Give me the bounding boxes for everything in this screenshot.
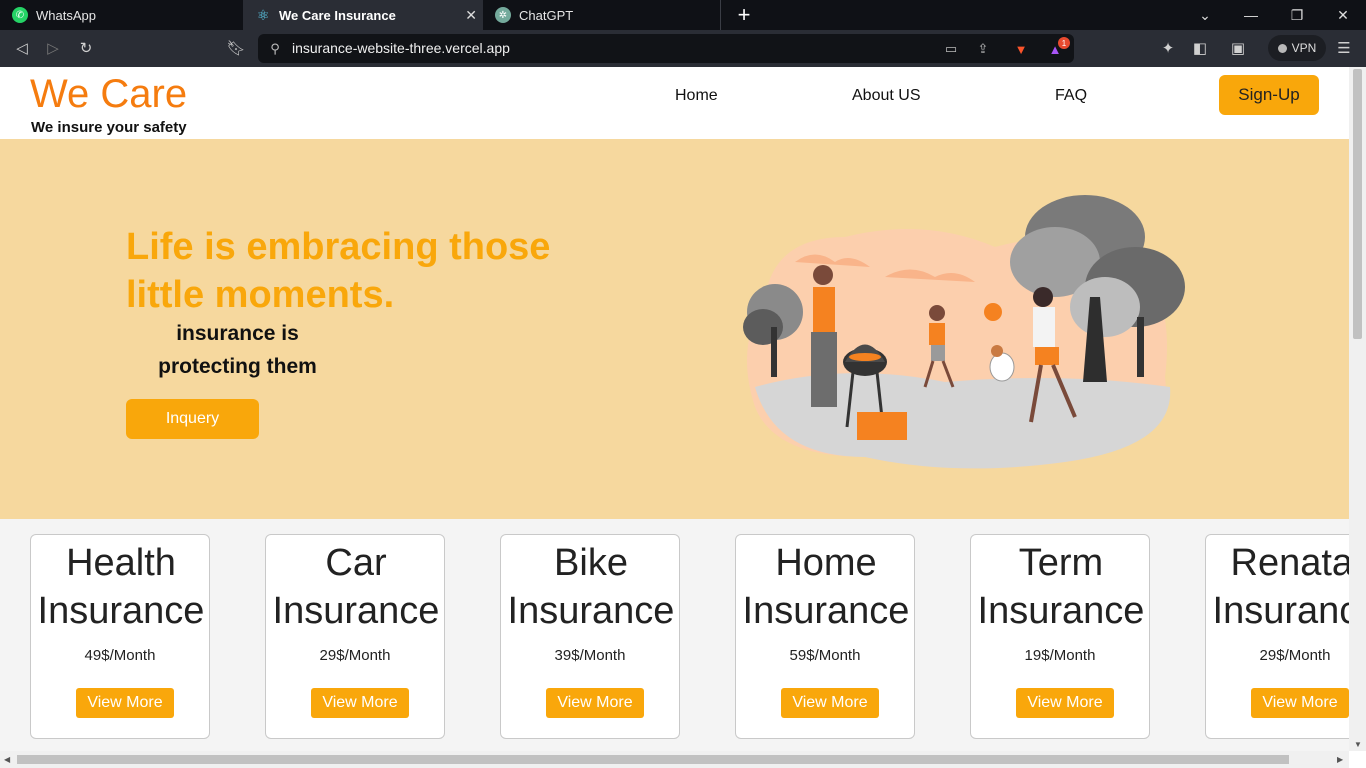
card-price: 59$/Month <box>789 647 861 664</box>
view-more-button[interactable]: View More <box>311 688 409 718</box>
hero-subtitle: insurance is protecting them <box>158 322 317 378</box>
close-tab-icon[interactable]: ✕ <box>465 7 477 24</box>
tab-title: ChatGPT <box>519 7 574 23</box>
chatgpt-icon: ✲ <box>495 7 511 23</box>
view-more-button[interactable]: View More <box>546 688 644 718</box>
wallet-icon[interactable]: ▣ <box>1228 38 1248 58</box>
card-title-line2: Insurance <box>977 590 1145 632</box>
brave-shields-icon[interactable]: ▼ <box>1012 40 1030 58</box>
view-more-button[interactable]: View More <box>1016 688 1114 718</box>
tab-we-care-insurance[interactable]: ⚛ We Care Insurance ✕ <box>243 0 483 30</box>
inquiry-button[interactable]: Inquery <box>126 399 259 439</box>
site-header: We Care We insure your safety Home About… <box>0 67 1349 139</box>
back-icon[interactable]: ◁ <box>12 38 32 58</box>
card-title: Car <box>325 542 387 584</box>
family-picnic-illustration <box>743 195 1185 469</box>
minimize-button[interactable]: — <box>1228 0 1274 30</box>
scroll-left-icon[interactable]: ◀ <box>4 755 10 764</box>
page-viewport: We Care We insure your safety Home About… <box>0 67 1349 751</box>
address-bar[interactable]: ⚲ insurance-website-three.vercel.app ▭ ⇪… <box>258 34 1074 63</box>
card-title-line2: Insurance <box>272 590 440 632</box>
card-title: Term <box>1018 542 1104 584</box>
whatsapp-icon: ✆ <box>12 7 28 23</box>
nav-about-us[interactable]: About US <box>852 87 920 105</box>
reload-icon[interactable]: ↻ <box>76 38 96 58</box>
horizontal-scrollbar[interactable]: ◀ ▶ <box>0 751 1349 768</box>
tab-title: We Care Insurance <box>279 7 396 23</box>
vertical-scroll-thumb[interactable] <box>1353 69 1362 339</box>
card-price: 19$/Month <box>1024 647 1096 664</box>
card-title: Renatal <box>1230 542 1350 584</box>
sidebar-icon[interactable]: ◧ <box>1190 38 1210 58</box>
nav-home[interactable]: Home <box>675 87 718 105</box>
tab-chatgpt[interactable]: ✲ ChatGPT <box>483 0 721 30</box>
bookmark-icon[interactable]: 🔖︎ <box>226 38 246 58</box>
card-title-line2: Insurance <box>37 590 205 632</box>
card-price: 29$/Month <box>1259 647 1331 664</box>
vpn-status-icon <box>1277 43 1287 53</box>
card-title: Home <box>775 542 877 584</box>
browser-tab-bar: ✆ WhatsApp ⚛ We Care Insurance ✕ ✲ ChatG… <box>0 0 1366 30</box>
card-rental-insurance: Renatal Insurance 29$/Month View More <box>1205 534 1349 739</box>
scroll-right-icon[interactable]: ▶ <box>1337 755 1343 764</box>
card-term-insurance: Term Insurance 19$/Month View More <box>970 534 1150 739</box>
vertical-scrollbar[interactable]: ▼ <box>1349 67 1366 751</box>
site-tagline: We insure your safety <box>31 119 187 136</box>
card-title-line2: Insurance <box>507 590 675 632</box>
close-window-button[interactable]: ✕ <box>1320 0 1366 30</box>
site-logo[interactable]: We Care <box>30 73 187 115</box>
vpn-button[interactable]: VPN <box>1268 35 1326 61</box>
tab-list-chevron-icon[interactable]: ⌄ <box>1182 0 1228 30</box>
menu-icon[interactable]: ☰ <box>1334 38 1354 58</box>
cast-icon[interactable]: ▭ <box>942 40 960 58</box>
card-price: 49$/Month <box>84 647 156 664</box>
tab-whatsapp[interactable]: ✆ WhatsApp <box>0 0 243 30</box>
new-tab-button[interactable]: + <box>735 2 753 28</box>
tab-title: WhatsApp <box>36 7 96 23</box>
extensions-icon[interactable]: ✦ <box>1158 38 1178 58</box>
horizontal-scroll-thumb[interactable] <box>17 755 1289 764</box>
card-price: 39$/Month <box>554 647 626 664</box>
view-more-button[interactable]: View More <box>781 688 879 718</box>
react-icon: ⚛ <box>256 6 270 23</box>
card-price: 29$/Month <box>319 647 391 664</box>
site-settings-icon[interactable]: ⚲ <box>266 40 284 58</box>
card-title: Bike <box>554 542 628 584</box>
restore-button[interactable]: ❐ <box>1274 0 1320 30</box>
nav-faq[interactable]: FAQ <box>1055 87 1087 105</box>
card-health-insurance: Health Insurance 49$/Month View More <box>30 534 210 739</box>
card-car-insurance: Car Insurance 29$/Month View More <box>265 534 445 739</box>
card-title-line2: Insurance <box>742 590 910 632</box>
card-bike-insurance: Bike Insurance 39$/Month View More <box>500 534 680 739</box>
scroll-down-icon[interactable]: ▼ <box>1354 740 1362 749</box>
notification-badge: 1 <box>1058 37 1070 49</box>
vpn-label: VPN <box>1291 41 1317 55</box>
card-home-insurance: Home Insurance 59$/Month View More <box>735 534 915 739</box>
hero-section: Life is embracing those little moments. … <box>0 139 1349 519</box>
hero-title: Life is embracing those little moments. <box>126 226 551 316</box>
view-more-button[interactable]: View More <box>76 688 174 718</box>
card-title: Health <box>66 542 176 584</box>
forward-icon[interactable]: ▷ <box>43 38 63 58</box>
card-title-line2: Insurance <box>1212 590 1349 632</box>
view-more-button[interactable]: View More <box>1251 688 1349 718</box>
share-icon[interactable]: ⇪ <box>974 40 992 58</box>
insurance-cards: Health Insurance 49$/Month View More Car… <box>0 534 1349 744</box>
signup-button[interactable]: Sign-Up <box>1219 75 1319 115</box>
url-text[interactable]: insurance-website-three.vercel.app <box>292 40 510 56</box>
browser-toolbar: ◁ ▷ ↻ 🔖︎ ⚲ insurance-website-three.verce… <box>0 30 1366 67</box>
